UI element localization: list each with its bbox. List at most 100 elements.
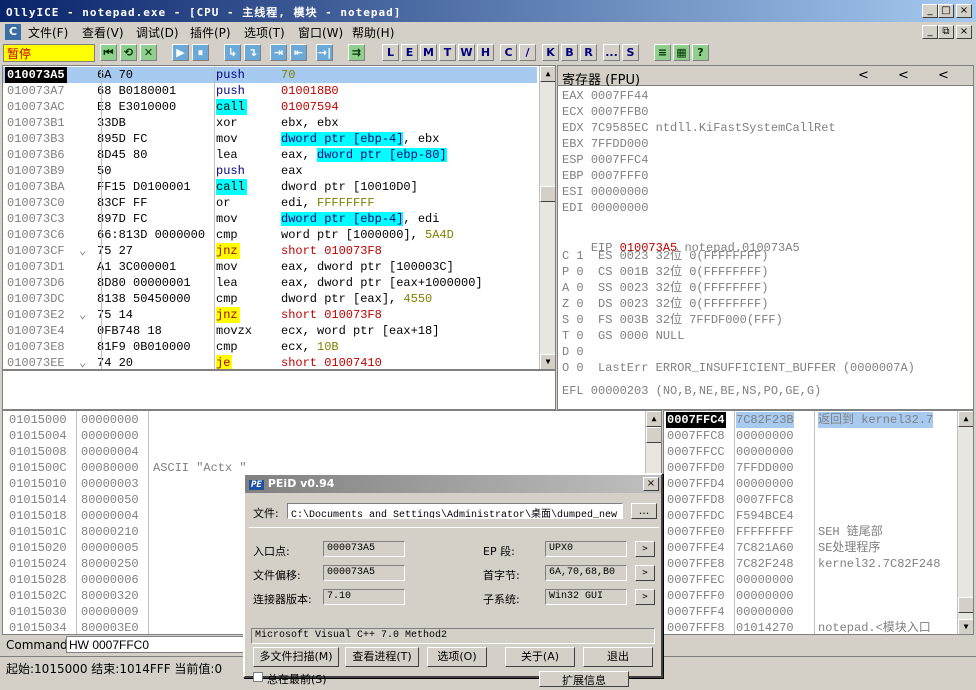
disasm-row[interactable]: 010073B1 33DB xor ebx, ebx [3, 115, 537, 131]
options-grid-icon[interactable]: ▦ [673, 44, 690, 61]
options-button[interactable]: 选项(O) [427, 647, 487, 667]
disasm-row[interactable]: 010073A5 6A 70 push 70 [3, 67, 537, 83]
flag-row[interactable]: P 0 CS 001B 32位 0(FFFFFFFF) [562, 264, 768, 280]
register-row[interactable]: ESI 00000000 [562, 184, 656, 200]
about-button[interactable]: 关于(A) [505, 647, 575, 667]
goto-icon[interactable]: ⇉ [348, 44, 365, 61]
inner-minimize-button[interactable]: _ [922, 25, 938, 39]
scroll-up-icon[interactable]: ▲ [540, 66, 555, 82]
references-window-button[interactable]: R [580, 44, 597, 61]
memory-window-button[interactable]: M [420, 44, 437, 61]
flag-row[interactable]: A 0 SS 0023 32位 0(FFFFFFFF) [562, 280, 768, 296]
menu-window[interactable]: 窗口(W) [298, 24, 343, 41]
register-row[interactable]: EBX 7FFDD000 [562, 136, 656, 152]
run-trace-window-button[interactable]: ... [603, 44, 620, 61]
menu-file[interactable]: 文件(F) [28, 24, 68, 41]
disasm-row[interactable]: 010073E2 ⌄ 75 14 jnz short 010073F8 [3, 307, 537, 323]
register-row[interactable]: EBP 0007FFF0 [562, 168, 656, 184]
disasm-row[interactable]: 010073AC E8 E3010000 call 01007594 [3, 99, 537, 115]
breakpoints-window-button[interactable]: B [561, 44, 578, 61]
stack-row[interactable]: 0007FFCC 00000000 [664, 444, 956, 460]
stack-row[interactable]: 0007FFD4 00000000 [664, 476, 956, 492]
stack-row[interactable]: 0007FFE8 7C82F248 kernel32.7C82F248 [664, 556, 956, 572]
dump-row[interactable]: 01015004 00000000 [7, 428, 643, 444]
menu-help[interactable]: 帮助(H) [352, 24, 394, 41]
multi-scan-button[interactable]: 多文件扫描(M) [253, 647, 339, 667]
stack-row[interactable]: 0007FFE4 7C821A60 SE处理程序 [664, 540, 956, 556]
register-row[interactable]: EDI 00000000 [562, 200, 656, 216]
flag-row[interactable]: Z 0 DS 0023 32位 0(FFFFFFFF) [562, 296, 768, 312]
close-debuggee-icon[interactable]: ✕ [140, 44, 157, 61]
stay-on-top-checkbox[interactable] [253, 672, 263, 682]
disasm-row[interactable]: 010073A7 68 B0180001 push 010018B0 [3, 83, 537, 99]
menu-plugins[interactable]: 插件(P) [190, 24, 231, 41]
step-into-icon[interactable]: ↳ [224, 44, 241, 61]
exit-button[interactable]: 退出 [583, 647, 653, 667]
scroll-up-icon[interactable]: ▲ [958, 411, 973, 427]
flag-row[interactable]: C 1 ES 0023 32位 0(FFFFFFFF) [562, 248, 768, 264]
register-row[interactable]: ESP 0007FFC4 [562, 152, 656, 168]
disasm-row[interactable]: 010073C0 83CF FF or edi, FFFFFFFF [3, 195, 537, 211]
flag-row[interactable]: O 0 LastErr ERROR_INSUFFICIENT_BUFFER (0… [562, 360, 915, 376]
collapse-arrow-icon[interactable]: < [938, 68, 949, 83]
trace-into-icon[interactable]: ⇥ [270, 44, 287, 61]
peid-dialog[interactable]: PE PEiD v0.94 × 文件: C:\Documents and Sett… [243, 473, 663, 687]
scroll-up-icon[interactable]: ▲ [646, 411, 661, 427]
cpu-window-button[interactable]: C [500, 44, 517, 61]
maximize-button[interactable]: □ [938, 4, 954, 18]
flag-row[interactable]: D 0 [562, 344, 584, 360]
stack-pane[interactable]: 0007FFC4 7C82F23B 返回到 kernel32.7 0007FFC8 00… [663, 410, 974, 635]
disasm-row[interactable]: 010073E8 81F9 0B010000 cmp ecx, 10B [3, 339, 537, 355]
stack-row[interactable]: 0007FFEC 00000000 [664, 572, 956, 588]
stack-row[interactable]: 0007FFC8 00000000 [664, 428, 956, 444]
scroll-thumb[interactable] [540, 186, 555, 202]
minimize-button[interactable]: _ [922, 4, 938, 18]
run-icon[interactable]: ▶ [172, 44, 189, 61]
stack-scrollbar[interactable]: ▲ ▼ [957, 411, 973, 634]
ep-section-arrow-button[interactable]: > [635, 541, 655, 557]
browse-button[interactable]: ... [631, 503, 657, 519]
stack-row[interactable]: 0007FFDC F594BCE4 [664, 508, 956, 524]
source-window-button[interactable]: S [622, 44, 639, 61]
appearance-icon[interactable]: ≡ [654, 44, 671, 61]
disasm-row[interactable]: 010073B6 8D45 80 lea eax, dword ptr [ebp-80… [3, 147, 537, 163]
handles-window-button[interactable]: H [477, 44, 494, 61]
disasm-row[interactable]: 010073EE ⌄ 74 20 je short 01007410 [3, 355, 537, 369]
trace-over-icon[interactable]: ⇤ [290, 44, 307, 61]
disasm-row[interactable]: 010073BA FF15 D0100001 call dword ptr [1001… [3, 179, 537, 195]
scroll-down-icon[interactable]: ▼ [958, 619, 973, 634]
subsystem-arrow-button[interactable]: > [635, 589, 655, 605]
patches-window-button[interactable]: / [519, 44, 536, 61]
stack-row[interactable]: 0007FFF8 01014270 notepad.<模块入口 [664, 620, 956, 634]
register-row[interactable]: EDX 7C9585EC ntdll.KiFastSystemCallRet [562, 120, 836, 136]
collapse-arrow-icon[interactable]: < [858, 68, 869, 83]
callstack-window-button[interactable]: K [542, 44, 559, 61]
scroll-down-icon[interactable]: ▼ [540, 354, 555, 369]
windows-window-button[interactable]: W [458, 44, 475, 61]
disasm-row[interactable]: 010073D1 A1 3C000001 mov eax, dword ptr [10… [3, 259, 537, 275]
task-viewer-button[interactable]: 查看进程(T) [345, 647, 419, 667]
extra-info-button[interactable]: 扩展信息 [539, 671, 629, 687]
flag-row[interactable]: T 0 GS 0000 NULL [562, 328, 684, 344]
menu-view[interactable]: 查看(V) [82, 24, 124, 41]
registers-pane[interactable]: 寄存器 (FPU) < < < EAX 0007FF44 ECX 0007FFB… [557, 65, 974, 410]
register-row[interactable]: EAX 0007FF44 [562, 88, 656, 104]
dump-row[interactable]: 01015008 00000004 [7, 444, 643, 460]
execute-till-return-icon[interactable]: →| [316, 44, 333, 61]
disasm-row[interactable]: 010073C3 897D FC mov dword ptr [ebp-4], edi [3, 211, 537, 227]
modules-window-button[interactable]: E [401, 44, 418, 61]
app-icon[interactable]: C [5, 24, 21, 40]
help-icon[interactable]: ? [692, 44, 709, 61]
command-input[interactable] [66, 636, 246, 653]
stack-row[interactable]: 0007FFE0 FFFFFFFF SEH 链尾部 [664, 524, 956, 540]
peid-close-button[interactable]: × [643, 477, 659, 491]
dump-row[interactable]: 01015000 00000000 [7, 412, 643, 428]
step-over-icon[interactable]: ↴ [244, 44, 261, 61]
register-row[interactable]: ECX 0007FFB0 [562, 104, 656, 120]
stack-row[interactable]: 0007FFF4 00000000 [664, 604, 956, 620]
menu-debug[interactable]: 调试(D) [136, 24, 179, 41]
menu-options[interactable]: 选项(T) [244, 24, 285, 41]
stack-row[interactable]: 0007FFD0 7FFDD000 [664, 460, 956, 476]
restart-icon[interactable]: ⏮ [100, 44, 117, 61]
disasm-row[interactable]: 010073DC 8138 50450000 cmp dword ptr [eax],… [3, 291, 537, 307]
